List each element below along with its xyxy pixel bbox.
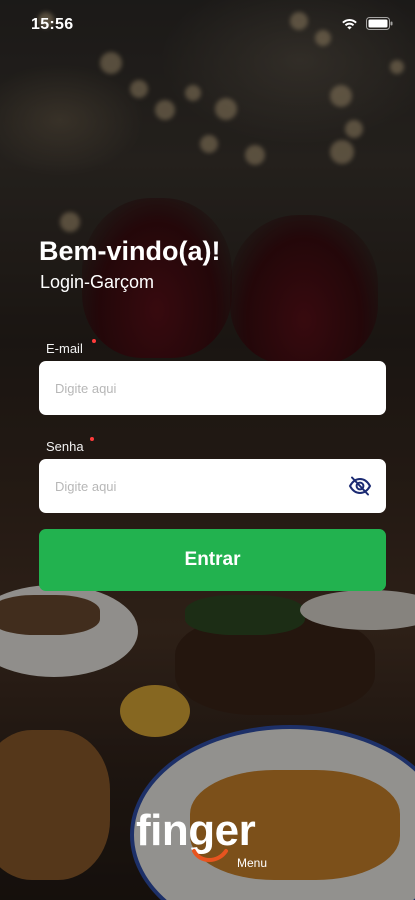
logo-smile-icon (192, 849, 228, 862)
finger-menu-logo: finger Menu (136, 806, 296, 876)
password-field[interactable] (55, 459, 325, 513)
status-bar: 15:56 (0, 0, 415, 48)
email-field-container[interactable] (39, 361, 386, 415)
login-button[interactable]: Entrar (39, 529, 386, 591)
email-field[interactable] (55, 361, 325, 415)
status-icons (341, 17, 393, 30)
page-title: Bem-vindo(a)! (39, 236, 221, 266)
password-required-mark (90, 437, 94, 441)
battery-icon (366, 17, 393, 30)
status-time: 15:56 (31, 16, 74, 33)
eye-off-icon[interactable] (348, 474, 372, 498)
password-label: Senha (46, 439, 84, 454)
email-label: E-mail (46, 341, 83, 356)
wifi-icon (342, 18, 357, 30)
page-subtitle: Login-Garçom (40, 272, 155, 292)
logo-subtext: Menu (237, 856, 268, 870)
password-field-container[interactable] (39, 459, 386, 513)
email-required-mark (92, 339, 96, 343)
